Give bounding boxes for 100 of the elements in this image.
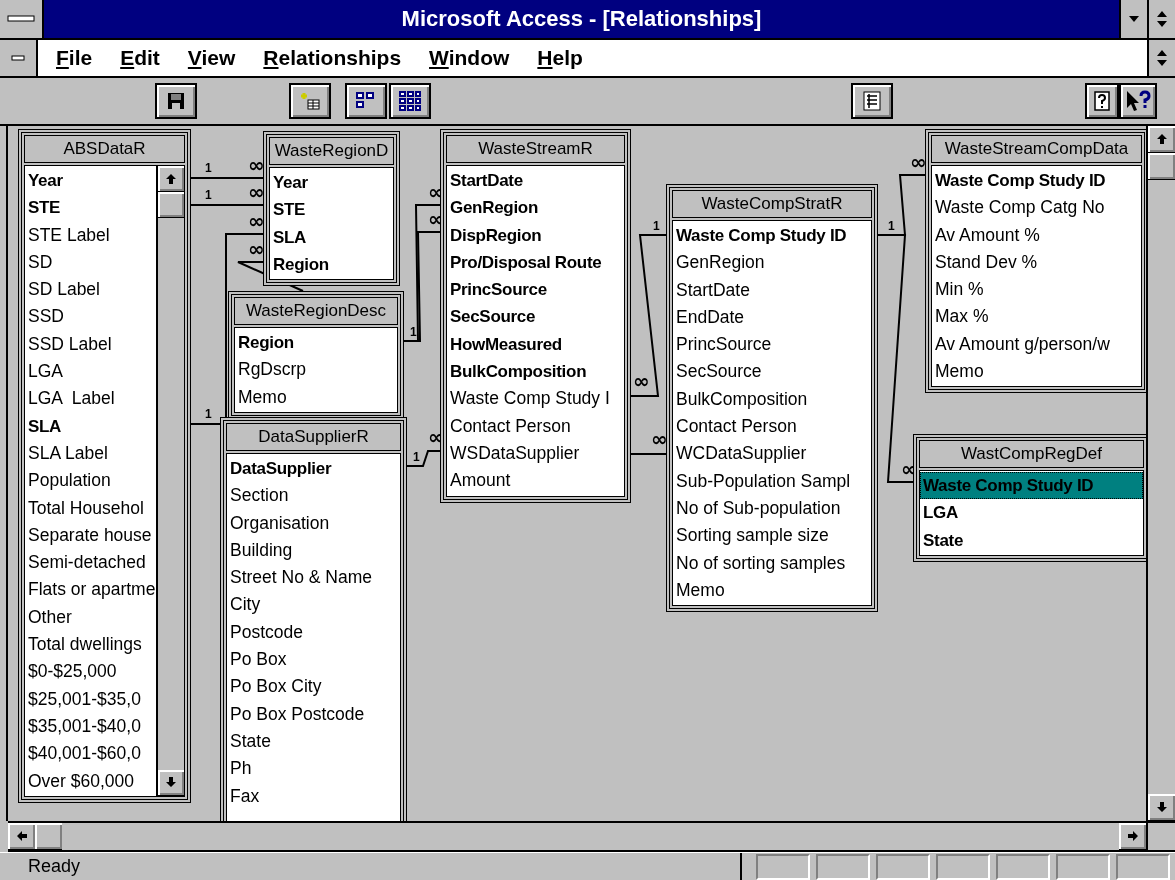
field-name[interactable]: Street No & Name xyxy=(230,564,400,592)
field-name[interactable]: SLA Label xyxy=(28,439,156,468)
field-name[interactable]: GenRegion xyxy=(450,194,624,222)
field-name[interactable]: Building xyxy=(230,536,400,565)
field-name[interactable]: WSDataSupplier xyxy=(450,439,624,468)
restore-icon[interactable] xyxy=(1147,0,1175,38)
field-name[interactable]: LGA xyxy=(28,358,156,386)
field-name[interactable]: Over $60,000 xyxy=(28,767,156,795)
table-window[interactable]: WasteRegionDesc Region RgDscrp Memo xyxy=(228,291,404,419)
field-name[interactable]: Other xyxy=(28,603,156,632)
scroll-thumb[interactable] xyxy=(158,192,184,218)
minimize-icon[interactable] xyxy=(1119,0,1147,38)
field-name[interactable]: Semi-detached xyxy=(28,549,156,577)
field-name[interactable]: Memo xyxy=(935,358,1141,386)
field-name[interactable]: SSD xyxy=(28,303,156,331)
scroll-thumb[interactable] xyxy=(35,823,62,850)
field-name[interactable]: STE xyxy=(273,196,393,224)
field-name[interactable]: Contact Person xyxy=(450,412,624,440)
field-name[interactable]: State xyxy=(923,526,1143,554)
field-name[interactable]: PrincSource xyxy=(676,331,871,359)
table-window[interactable]: WasteRegionD Year STE SLA Region xyxy=(263,131,400,287)
scroll-down-icon[interactable] xyxy=(1148,794,1175,821)
help-icon[interactable] xyxy=(1085,83,1119,119)
field-name[interactable]: Waste Comp Study ID xyxy=(676,222,871,250)
field-name[interactable]: SecSource xyxy=(676,358,871,386)
field-name[interactable]: $40,001-$60,0 xyxy=(28,740,156,768)
field-name[interactable]: No of Sub-population xyxy=(676,494,871,523)
field-name[interactable]: PrincSource xyxy=(450,276,624,304)
field-name[interactable]: Pro/Disposal Route xyxy=(450,248,624,277)
field-name[interactable]: Region xyxy=(238,329,397,357)
field-name[interactable]: Waste Comp Study I xyxy=(450,385,624,413)
save-icon[interactable] xyxy=(155,83,197,119)
field-name[interactable]: Sub-Population Sampl xyxy=(676,467,871,495)
database-window-icon[interactable] xyxy=(851,83,893,119)
field-name[interactable]: BulkComposition xyxy=(676,385,871,414)
field-name[interactable]: Waste Comp Study ID xyxy=(935,167,1141,195)
field-name[interactable]: WCDataSupplier xyxy=(676,440,871,468)
field-name[interactable]: Separate house xyxy=(28,521,156,550)
field-name[interactable]: Waste Comp Study ID xyxy=(920,472,1143,500)
menu-item[interactable]: View xyxy=(177,46,246,70)
table-window[interactable]: DataSupplierR DataSupplier Section Organisation Building Street No & Name City Postcode Po Box Po Box City Po Box Postcode State Ph Fax xyxy=(220,417,407,821)
field-name[interactable]: Av Amount g/person/w xyxy=(935,330,1141,359)
scroll-up-icon[interactable] xyxy=(158,166,184,192)
field-name[interactable]: Section xyxy=(230,482,400,510)
field-name[interactable]: Amount xyxy=(450,467,624,495)
restore-icon[interactable] xyxy=(1147,40,1175,76)
field-name[interactable]: $25,001-$35,0 xyxy=(28,685,156,713)
field-name[interactable]: State xyxy=(230,727,400,756)
field-name[interactable]: DataSupplier xyxy=(230,455,400,483)
scroll-up-icon[interactable] xyxy=(1148,126,1175,153)
horizontal-scrollbar[interactable] xyxy=(8,821,1175,852)
vertical-scrollbar[interactable] xyxy=(1146,126,1175,821)
scroll-down-icon[interactable] xyxy=(158,769,184,796)
field-name[interactable]: Max % xyxy=(935,303,1141,331)
field-name[interactable]: Total dwellings xyxy=(28,631,156,659)
field-name[interactable]: Memo xyxy=(676,576,871,605)
field-name[interactable]: Total Househol xyxy=(28,494,156,522)
field-name[interactable]: Po Box City xyxy=(230,673,400,701)
field-name[interactable]: Min % xyxy=(935,276,1141,304)
field-name[interactable]: Year xyxy=(28,167,156,195)
field-name[interactable]: Postcode xyxy=(230,618,400,647)
field-name[interactable]: City xyxy=(230,591,400,619)
field-name[interactable]: Po Box xyxy=(230,646,400,674)
field-name[interactable]: No of sorting samples xyxy=(676,549,871,577)
menu-item[interactable]: Edit xyxy=(110,46,170,70)
field-name[interactable]: Fax xyxy=(230,782,400,810)
table-window[interactable]: WastCompRegDef Waste Comp Study ID LGA State xyxy=(913,434,1146,562)
field-name[interactable]: SD xyxy=(28,248,156,277)
field-name[interactable]: Year xyxy=(273,169,393,197)
field-name[interactable]: $35,001-$40,0 xyxy=(28,712,156,741)
field-name[interactable]: BulkComposition xyxy=(450,358,624,386)
menu-item[interactable]: File xyxy=(46,46,103,70)
field-name[interactable]: Sorting sample size xyxy=(676,522,871,550)
field-name[interactable]: GenRegion xyxy=(676,249,871,277)
field-name[interactable]: Stand Dev % xyxy=(935,248,1141,277)
direct-relationships-icon[interactable] xyxy=(345,83,387,119)
field-name[interactable]: Contact Person xyxy=(676,413,871,441)
field-name[interactable]: RgDscrp xyxy=(238,356,397,384)
table-window[interactable] xyxy=(666,184,878,613)
menu-item[interactable]: Window xyxy=(419,46,520,70)
menu-item[interactable]: Relationships xyxy=(253,46,412,70)
scroll-thumb[interactable] xyxy=(1148,153,1175,180)
field-name[interactable]: STE xyxy=(28,194,156,222)
field-name[interactable]: Po Box Postcode xyxy=(230,700,400,728)
field-name[interactable]: Population xyxy=(28,467,156,495)
field-name[interactable]: Flats or apartme xyxy=(28,576,156,604)
field-name[interactable]: HowMeasured xyxy=(450,330,624,359)
field-name[interactable]: STE Label xyxy=(28,221,156,249)
scroll-right-icon[interactable] xyxy=(1119,823,1146,850)
field-name[interactable]: SLA xyxy=(273,223,393,251)
field-name[interactable]: Ph xyxy=(230,755,400,783)
document-menu-icon[interactable] xyxy=(0,40,38,76)
field-name[interactable]: SLA xyxy=(28,412,156,440)
scrollbar[interactable] xyxy=(156,166,184,796)
field-name[interactable]: LGA Label xyxy=(28,385,156,413)
field-name[interactable]: Av Amount % xyxy=(935,221,1141,249)
field-name[interactable]: SSD Label xyxy=(28,330,156,359)
field-name[interactable]: SecSource xyxy=(450,303,624,331)
table-window[interactable]: WasteStreamCompData Waste Comp Study ID Waste Comp Catg No Av Amount % Stand Dev % Min % Max % Av Amount g/person/w Memo xyxy=(925,129,1146,394)
all-relationships-icon[interactable] xyxy=(389,83,431,119)
